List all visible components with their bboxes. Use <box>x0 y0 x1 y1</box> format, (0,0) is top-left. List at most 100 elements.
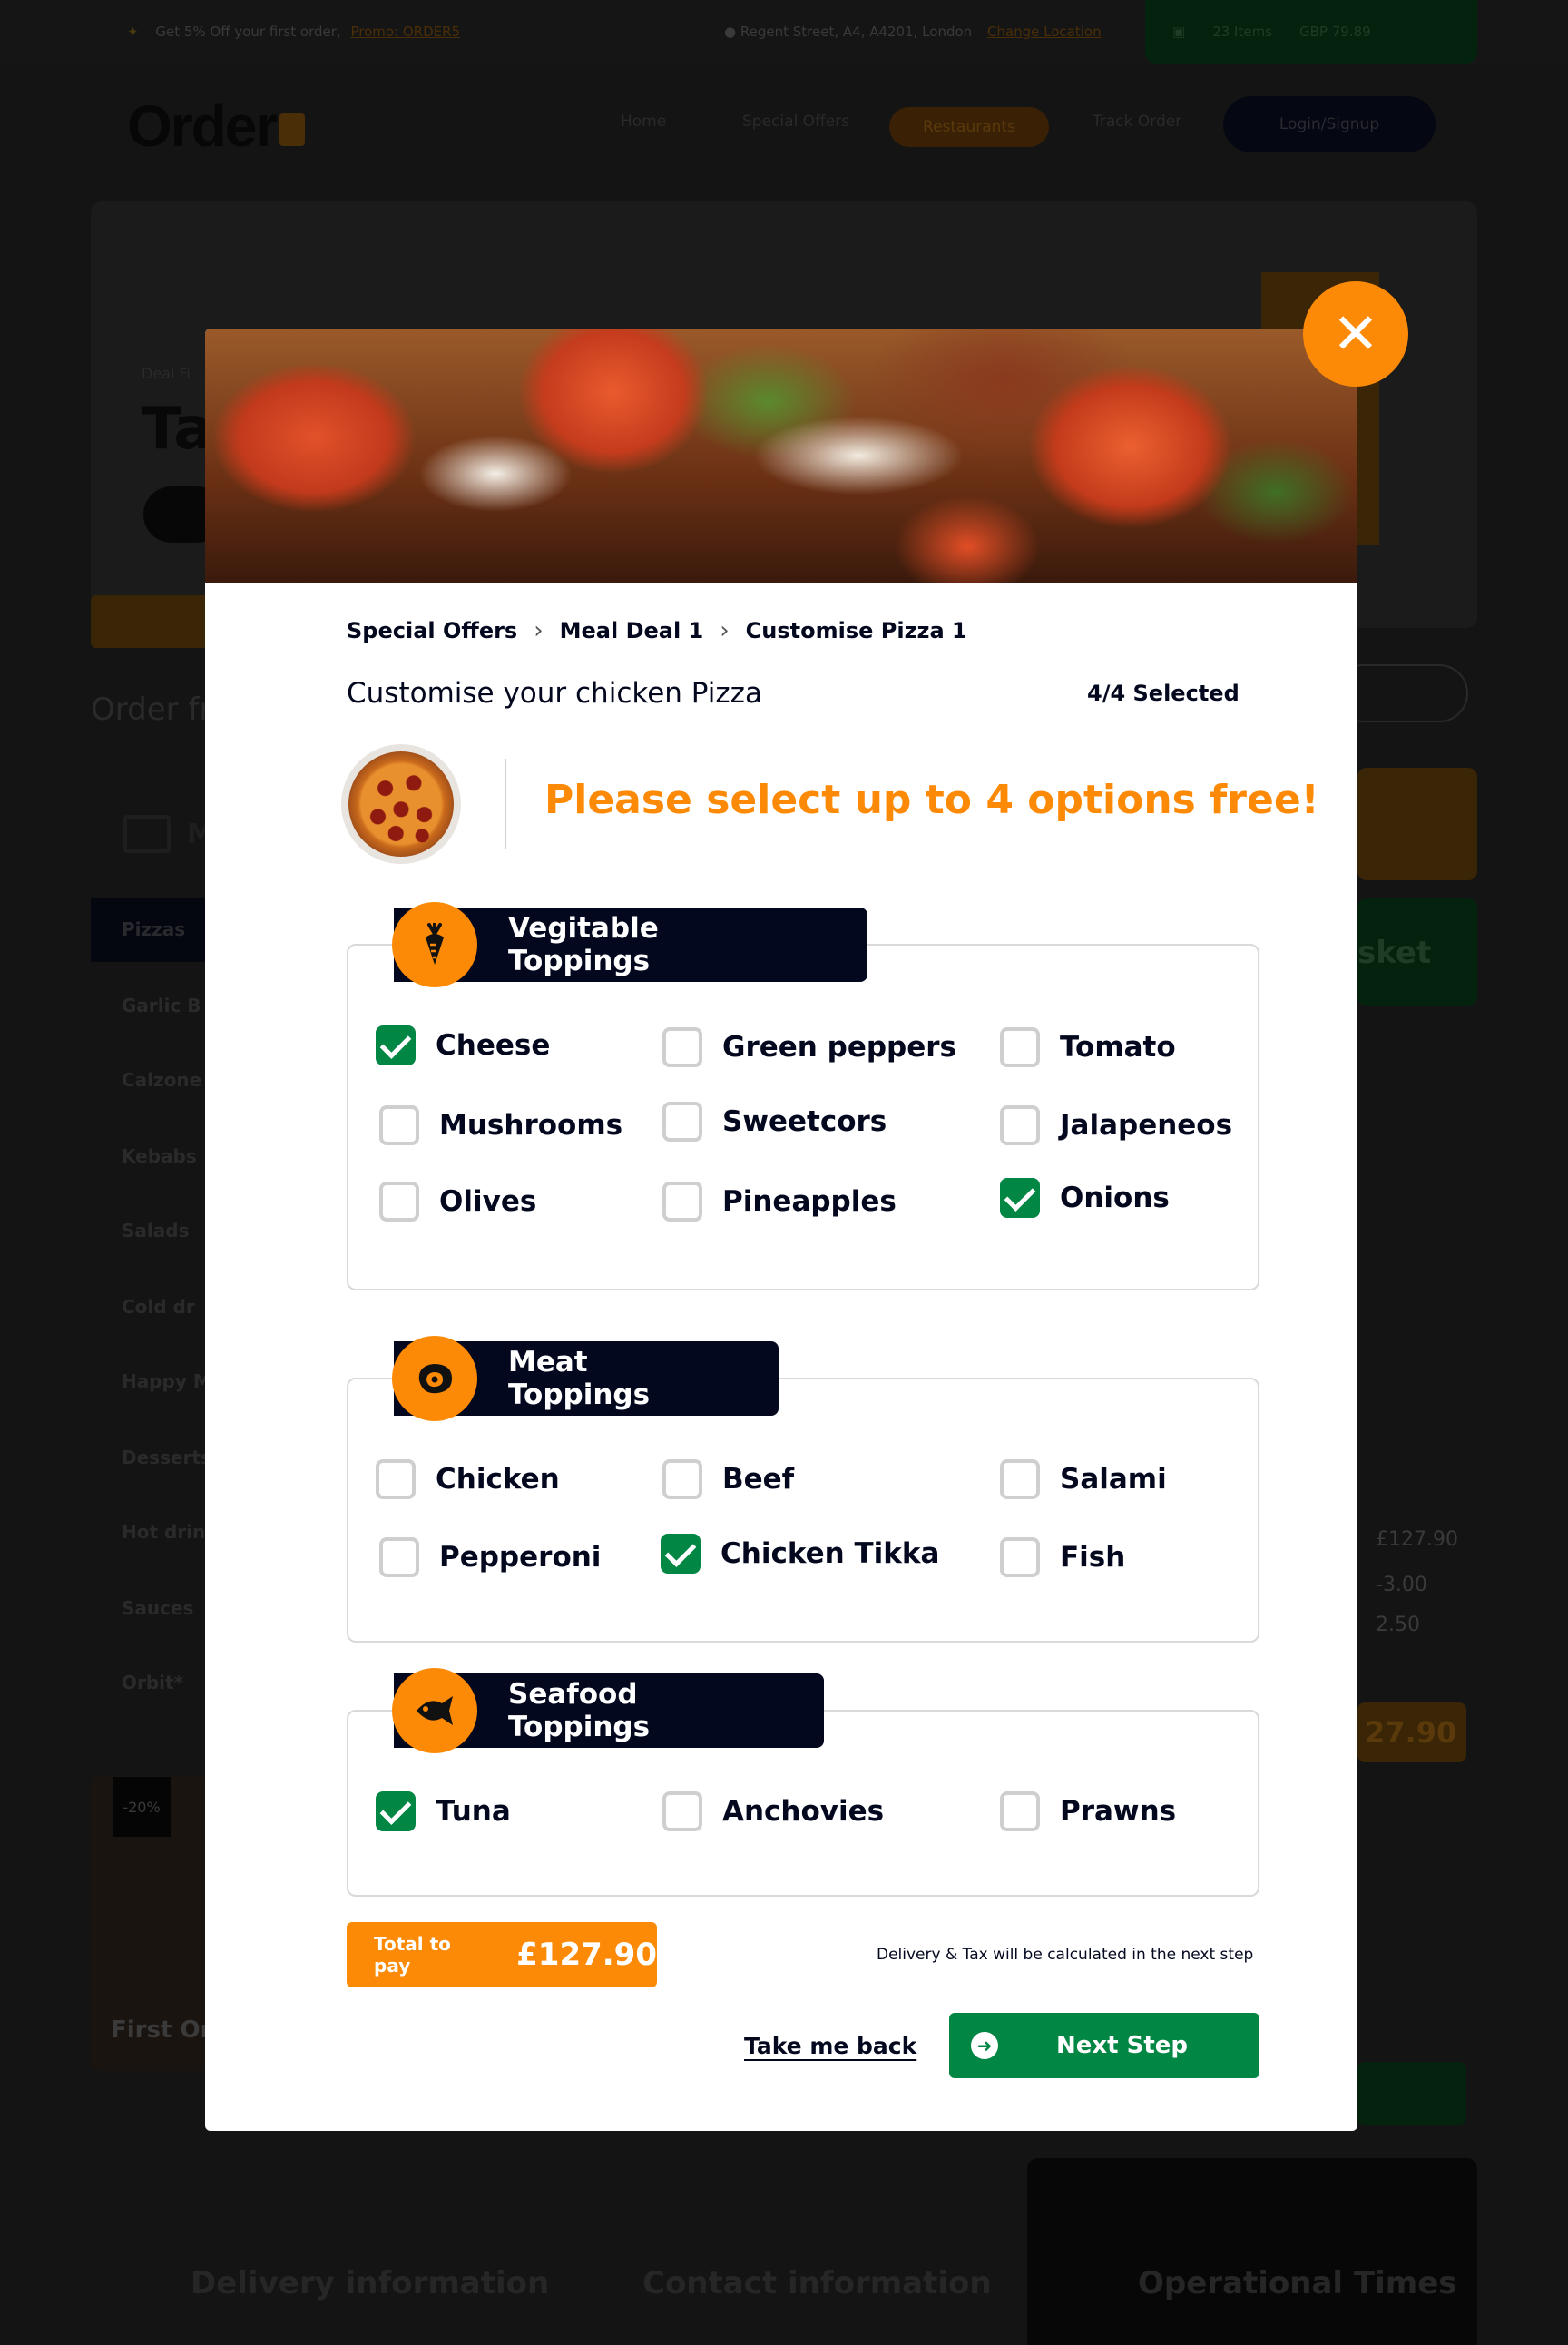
checkbox[interactable] <box>662 1182 702 1222</box>
checkbox[interactable] <box>662 1102 702 1142</box>
topping-option[interactable]: Chicken <box>376 1459 560 1499</box>
topping-option[interactable]: Tuna <box>376 1791 511 1831</box>
menu-icon <box>123 815 171 853</box>
topping-option[interactable]: Anchovies <box>662 1791 884 1831</box>
topping-label: Chicken <box>436 1463 560 1496</box>
basket-header: sket <box>1357 898 1477 1006</box>
promo-text: Get 5% Off your first order, <box>155 24 341 40</box>
checkbox[interactable] <box>379 1537 419 1577</box>
checkbox[interactable] <box>1000 1459 1040 1499</box>
topping-option[interactable]: Pineapples <box>662 1182 897 1222</box>
veg-toppings-title: Vegitable Toppings <box>508 912 659 977</box>
checkbox[interactable] <box>662 1791 702 1831</box>
topping-label: Cheese <box>436 1029 551 1062</box>
topping-label: Fish <box>1060 1541 1126 1574</box>
meat-toppings-title: Meat Toppings <box>508 1346 651 1411</box>
topping-option[interactable]: Green peppers <box>662 1027 956 1067</box>
delivery-tax-note: Delivery & Tax will be calculated in the… <box>877 1946 1254 1964</box>
category-item: Happy M <box>122 1370 211 1392</box>
chevron-right-icon: › <box>534 617 544 644</box>
change-location-link: Change Location <box>986 24 1102 40</box>
take-me-back-link[interactable]: Take me back <box>744 2033 916 2059</box>
topping-option[interactable]: Chicken Tikka <box>661 1534 939 1574</box>
topping-option[interactable]: Beef <box>662 1459 794 1499</box>
total-label: Total to pay <box>374 1933 451 1977</box>
basket-items: 23 Items <box>1212 24 1273 40</box>
close-modal-button[interactable]: ✕ <box>1303 281 1408 387</box>
breadcrumb-customise-pizza: Customise Pizza 1 <box>745 618 967 643</box>
topping-label: Pepperoni <box>439 1541 602 1574</box>
checkbox[interactable] <box>376 1025 416 1065</box>
topping-option[interactable]: Cheese <box>376 1025 550 1065</box>
divider <box>505 759 506 849</box>
topping-label: Onions <box>1060 1182 1170 1214</box>
nav-track-order: Track Order <box>1093 113 1182 131</box>
nav-special-offers: Special Offers <box>742 113 850 131</box>
topping-label: Chicken Tikka <box>720 1537 940 1570</box>
info-strip <box>91 595 218 648</box>
topping-option[interactable]: Prawns <box>1000 1791 1176 1831</box>
topping-label: Pineapples <box>722 1185 897 1218</box>
checkbox[interactable] <box>662 1459 702 1499</box>
basket-total-badge: 27.90 <box>1357 1702 1466 1762</box>
checkbox[interactable] <box>379 1182 419 1222</box>
logo-mark <box>279 113 306 146</box>
breadcrumb: Special Offers › Meal Deal 1 › Customise… <box>347 617 967 644</box>
footer-contact-info: Contact information <box>642 2265 992 2301</box>
checkbox[interactable] <box>1000 1178 1040 1218</box>
breadcrumb-special-offers[interactable]: Special Offers <box>347 618 517 643</box>
category-item: Kebabs <box>122 1145 197 1167</box>
basket-summary: ▣ 23 Items GBP 79.89 <box>1145 0 1477 64</box>
topping-option[interactable]: Jalapeneos <box>1000 1105 1232 1145</box>
footer-operational-times: Operational Times <box>1138 2265 1457 2301</box>
breadcrumb-meal-deal[interactable]: Meal Deal 1 <box>560 618 704 643</box>
topping-label: Mushrooms <box>439 1109 623 1142</box>
logo: Order <box>127 93 306 160</box>
fish-icon <box>392 1668 477 1753</box>
offer-discount-badge: -20% <box>113 1777 171 1837</box>
topping-option[interactable]: Sweetcors <box>662 1102 887 1142</box>
topping-option[interactable]: Salami <box>1000 1459 1167 1499</box>
seafood-toppings-title: Seafood Toppings <box>508 1678 651 1743</box>
topping-option[interactable]: Tomato <box>1000 1027 1176 1067</box>
steak-icon <box>392 1336 477 1421</box>
category-item: Salads <box>122 1220 190 1241</box>
location-pin-icon: ● <box>724 24 737 40</box>
topping-option[interactable]: Fish <box>1000 1537 1125 1577</box>
next-step-label: Next Step <box>1056 2032 1189 2059</box>
footer-panel <box>1027 2158 1477 2345</box>
star-icon: ✦ <box>127 24 139 40</box>
checkbox[interactable] <box>376 1791 416 1831</box>
checkbox[interactable] <box>379 1105 419 1145</box>
topping-label: Green peppers <box>722 1031 957 1064</box>
topping-label: Jalapeneos <box>1060 1109 1233 1142</box>
topping-option[interactable]: Onions <box>1000 1178 1170 1218</box>
checkbox[interactable] <box>662 1027 702 1067</box>
basket-total: GBP 79.89 <box>1299 24 1371 40</box>
topping-option[interactable]: Olives <box>379 1182 536 1222</box>
hero-subtitle: Deal Fi <box>142 365 191 382</box>
category-item: Cold dr <box>122 1296 195 1318</box>
location-bar: ● Regent Street, A4, A4201, London Chang… <box>724 24 1102 40</box>
chevron-right-icon: › <box>720 617 730 644</box>
topping-label: Prawns <box>1060 1795 1177 1828</box>
topping-option[interactable]: Mushrooms <box>379 1105 622 1145</box>
topping-option[interactable]: Pepperoni <box>379 1537 601 1577</box>
category-item: Desserts <box>122 1447 211 1468</box>
delivery-fee-value: 2.50 <box>1376 1614 1420 1636</box>
checkbox[interactable] <box>1000 1105 1040 1145</box>
checkbox[interactable] <box>661 1534 701 1574</box>
pizza-thumbnail <box>341 744 461 864</box>
promo-link: Promo: ORDER5 <box>350 24 461 40</box>
category-item: Orbit* <box>122 1672 184 1693</box>
checkbox[interactable] <box>1000 1537 1040 1577</box>
nav-restaurants: Restaurants <box>889 107 1049 147</box>
checkbox[interactable] <box>1000 1027 1040 1067</box>
checkbox[interactable] <box>1000 1791 1040 1831</box>
checkbox[interactable] <box>376 1459 416 1499</box>
topping-label: Salami <box>1060 1463 1167 1496</box>
meat-toppings-section <box>347 1378 1259 1643</box>
next-step-button[interactable]: ➜ Next Step <box>949 2013 1259 2078</box>
checkout-button <box>1357 2062 1466 2125</box>
topping-label: Sweetcors <box>722 1105 887 1138</box>
